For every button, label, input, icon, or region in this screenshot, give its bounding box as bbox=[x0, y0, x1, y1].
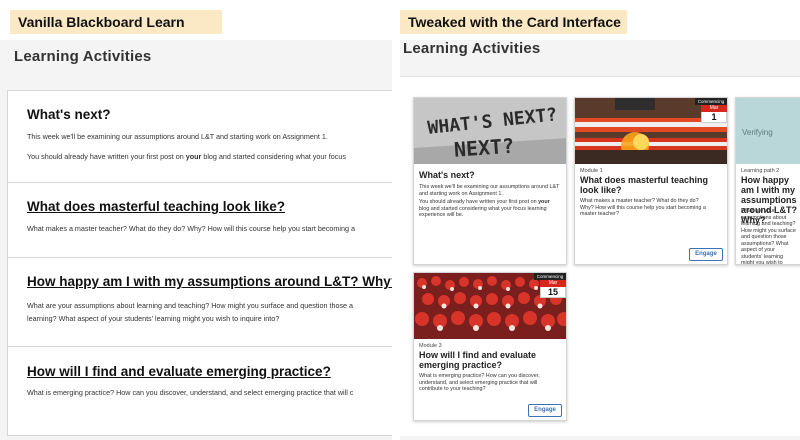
calendar-badge: Commencing Mar 15 bbox=[534, 273, 566, 298]
item-text: What makes a master teacher? What do the… bbox=[27, 224, 355, 233]
card-text: This week we'll be examining our assumpt… bbox=[419, 184, 560, 197]
card-text: What makes a master teacher? What do the… bbox=[580, 198, 706, 217]
vanilla-panel: Learning Activities What's next? This we… bbox=[0, 40, 392, 440]
list-item: How happy am I with my assumptions aroun… bbox=[8, 258, 392, 347]
page-title: Learning Activities bbox=[14, 48, 152, 65]
item-text: You should already have written your fir… bbox=[27, 152, 346, 161]
activity-card[interactable]: Verifying Learning path 2 How happy am I… bbox=[735, 97, 800, 265]
svg-text:NEXT?: NEXT? bbox=[453, 134, 515, 162]
list-item: What's next? This week we'll be examinin… bbox=[8, 91, 392, 183]
page-title: Learning Activities bbox=[403, 40, 541, 57]
activity-list: What's next? This week we'll be examinin… bbox=[7, 90, 392, 436]
calendar-day: 1 bbox=[701, 112, 727, 123]
card-text: What are your assumptions about learning… bbox=[741, 208, 796, 265]
card-module: Module 1 bbox=[580, 168, 603, 174]
commencing-label: Commencing bbox=[534, 273, 566, 280]
calendar-badge: Commencing Mar 1 bbox=[695, 98, 727, 123]
card-module: Module 3 bbox=[419, 343, 442, 349]
commencing-label: Commencing bbox=[695, 98, 727, 105]
activity-card[interactable]: Commencing Mar 1 Module 1 What does mast… bbox=[574, 97, 728, 265]
item-text: This week we'll be examining our assumpt… bbox=[27, 132, 328, 141]
card-image-text: Verifying bbox=[742, 128, 773, 137]
calendar-month: Mar bbox=[701, 105, 727, 112]
card-grid: WHAT'S NEXT? NEXT? What's next? This wee… bbox=[400, 76, 800, 436]
card-text: You should already have written your fir… bbox=[419, 199, 550, 218]
item-title-link[interactable]: What does masterful teaching look like? bbox=[27, 199, 285, 214]
item-text: learning? What aspect of your students' … bbox=[27, 314, 280, 323]
engage-button[interactable]: Engage bbox=[528, 404, 562, 417]
engage-button[interactable]: Engage bbox=[689, 248, 723, 261]
item-text: What are your assumptions about learning… bbox=[27, 301, 354, 310]
card-title: How will I find and evaluate emerging pr… bbox=[419, 350, 537, 370]
item-title-link[interactable]: How happy am I with my assumptions aroun… bbox=[27, 274, 392, 289]
calendar-day: 15 bbox=[540, 287, 566, 298]
card-title: What's next? bbox=[419, 170, 475, 180]
card-panel: Learning Activities WHAT'S NEXT? NEXT? W… bbox=[400, 40, 800, 440]
card-image-verifying: Verifying bbox=[736, 98, 800, 164]
item-title-link[interactable]: How will I find and evaluate emerging pr… bbox=[27, 364, 331, 379]
item-text: What is emerging practice? How can you d… bbox=[27, 388, 354, 397]
item-title[interactable]: What's next? bbox=[27, 107, 110, 122]
activity-card[interactable]: Commencing Mar 15 Module 3 How will I fi… bbox=[413, 272, 567, 421]
card-module: Learning path 2 bbox=[741, 168, 780, 174]
list-item: How will I find and evaluate emerging pr… bbox=[8, 347, 392, 437]
card-title: What does masterful teaching look like? bbox=[580, 175, 709, 195]
list-item: What does masterful teaching look like? … bbox=[8, 183, 392, 258]
activity-card[interactable]: WHAT'S NEXT? NEXT? What's next? This wee… bbox=[413, 97, 567, 265]
card-text: What is emerging practice? How can you d… bbox=[419, 373, 540, 392]
label-vanilla: Vanilla Blackboard Learn bbox=[10, 10, 222, 34]
card-image-whats-next: WHAT'S NEXT? NEXT? bbox=[414, 98, 566, 164]
label-card-interface: Tweaked with the Card Interface bbox=[400, 10, 627, 34]
calendar-month: Mar bbox=[540, 280, 566, 287]
